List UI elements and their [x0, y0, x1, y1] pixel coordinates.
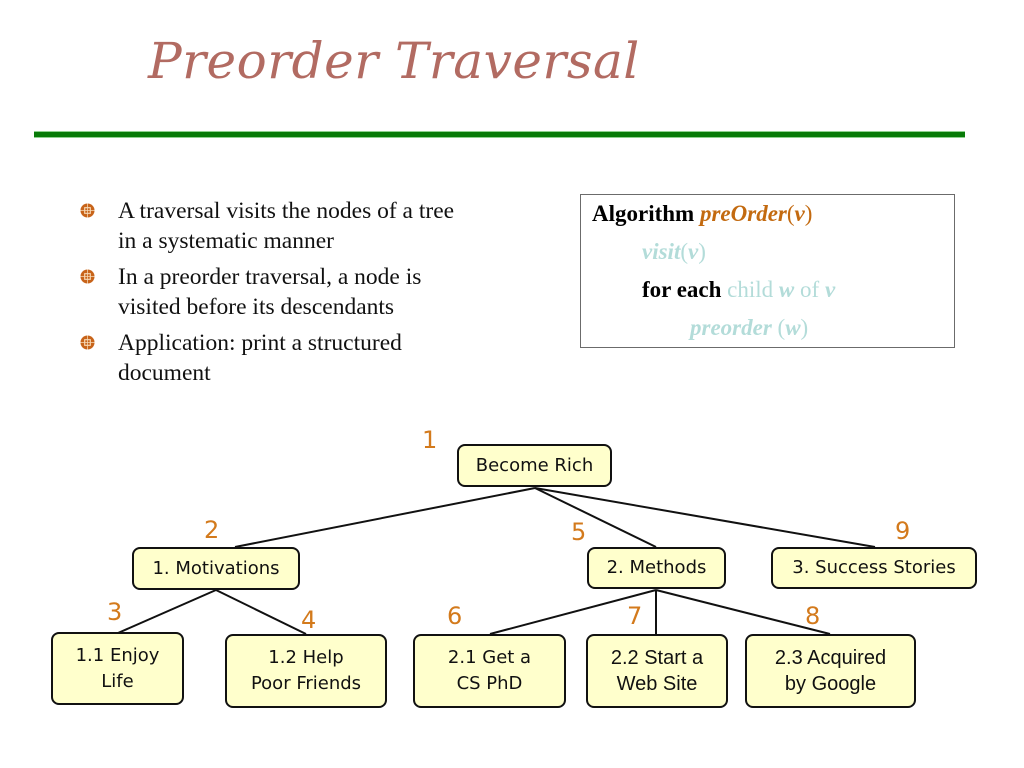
visit-order-number: 3	[107, 598, 123, 626]
node-label: 1.2 Help	[268, 647, 344, 668]
tree-node-acquired-google: 2.3 Acquired by Google	[745, 634, 916, 708]
node-label: 1. Motivations	[152, 557, 280, 579]
edge-root-n1	[234, 487, 536, 548]
edge-root-n2	[534, 487, 657, 548]
tree-node-root: Become Rich	[457, 444, 612, 487]
visit-order-number: 6	[447, 602, 463, 630]
visit-order-number: 9	[895, 517, 911, 545]
node-label: Become Rich	[475, 454, 594, 476]
tree-node-web-site: 2.2 Start a Web Site	[586, 634, 728, 708]
visit-order-number: 8	[805, 602, 821, 630]
node-label: 2.3 Acquired	[774, 647, 887, 669]
tree-node-help-friends: 1.2 Help Poor Friends	[225, 634, 387, 708]
visit-order-number: 5	[571, 518, 587, 546]
node-label: 2. Methods	[606, 557, 707, 578]
node-label: 1.1 Enjoy	[75, 644, 160, 666]
node-label: 2.2 Start a	[610, 647, 704, 669]
tree-node-motivations: 1. Motivations	[132, 547, 300, 590]
visit-order-number: 7	[627, 602, 643, 630]
visit-order-number: 4	[301, 606, 317, 634]
visit-order-number: 1	[422, 426, 438, 454]
edge-n1-n11	[117, 589, 217, 634]
tree-node-success-stories: 3. Success Stories	[771, 547, 977, 589]
node-label: Web Site	[616, 673, 698, 695]
tree-node-enjoy-life: 1.1 Enjoy Life	[51, 632, 184, 705]
edge-n1-n12	[215, 589, 307, 635]
node-label: Poor Friends	[250, 673, 362, 694]
node-label: 3. Success Stories	[792, 557, 956, 578]
tree-node-cs-phd: 2.1 Get a CS PhD	[413, 634, 566, 708]
node-label: 2.1 Get a	[447, 647, 532, 668]
node-label: by Google	[784, 673, 877, 695]
edge-n2-n23	[655, 589, 831, 635]
visit-order-number: 2	[204, 516, 220, 544]
tree-node-methods: 2. Methods	[587, 547, 726, 589]
node-label: Life	[101, 670, 134, 692]
node-label: CS PhD	[456, 673, 523, 694]
